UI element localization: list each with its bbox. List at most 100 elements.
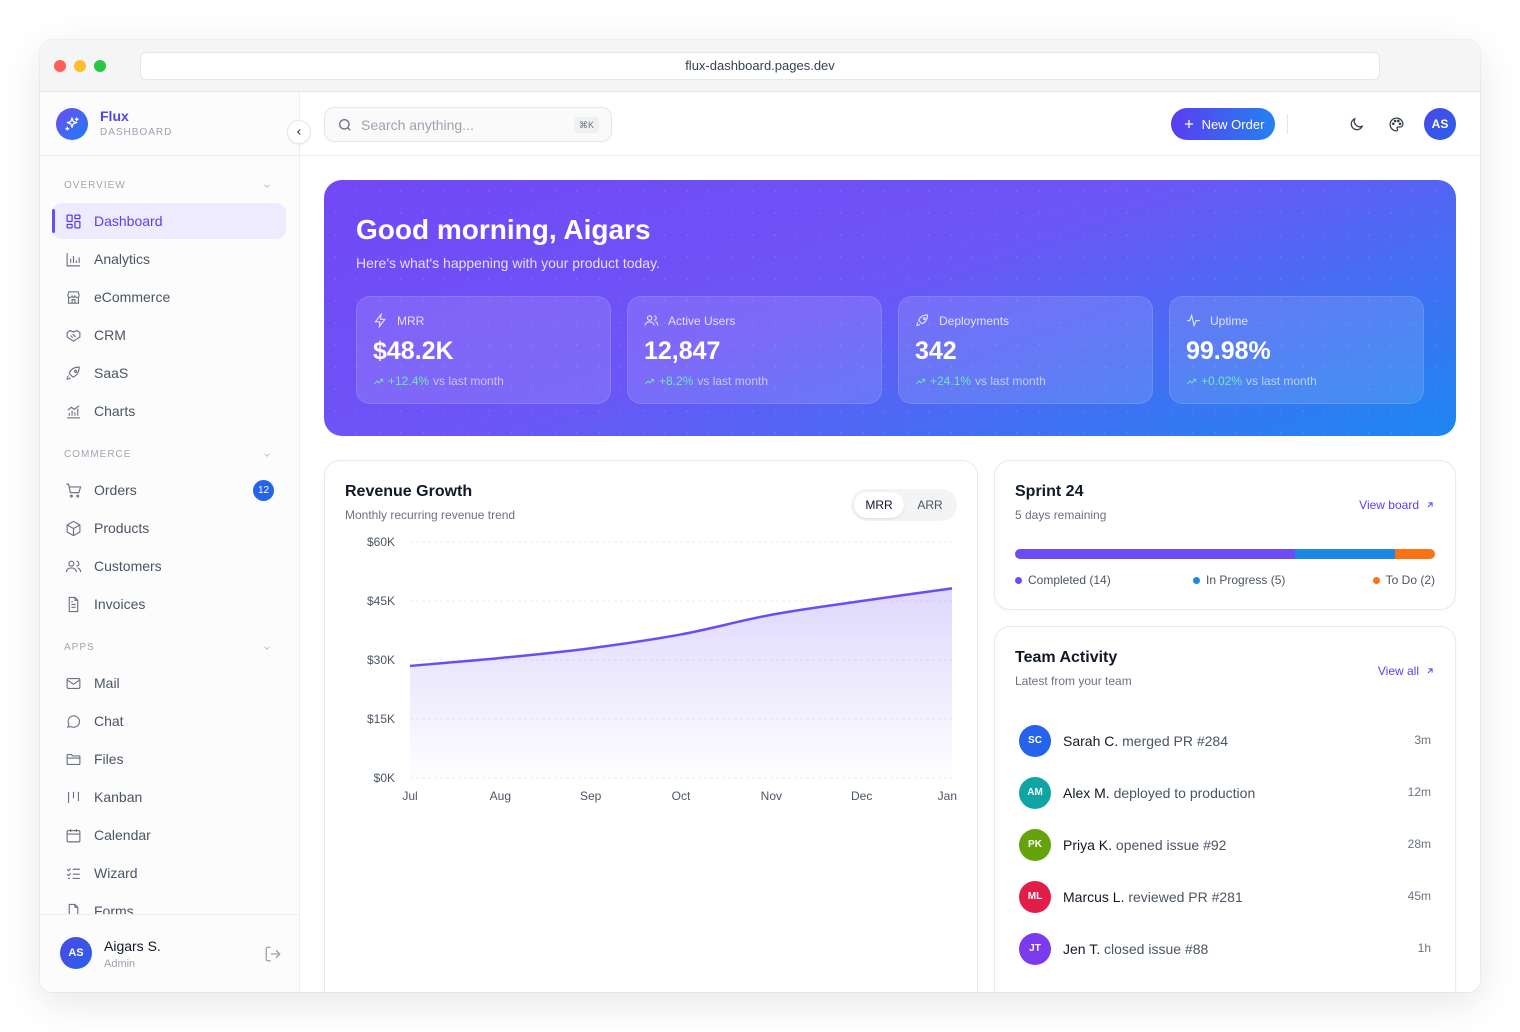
greeting-subtitle: Here's what's happening with your produc… <box>356 255 660 271</box>
stat-label: Active Users <box>668 314 736 328</box>
stat-value: $48.2K <box>373 337 454 365</box>
logout-icon[interactable] <box>264 945 282 963</box>
theme-toggle-button[interactable] <box>1346 114 1366 134</box>
x-tick-label: Sep <box>580 789 602 803</box>
x-tick-label: Jan <box>938 789 957 803</box>
revenue-area-fill <box>410 588 952 778</box>
palette-button[interactable] <box>1386 114 1406 134</box>
sidebar-item-dashboard[interactable]: Dashboard <box>52 203 286 239</box>
stat-card-active-users[interactable]: Active Users 12,847 +8.2% vs last month <box>627 296 882 404</box>
activity-item[interactable]: ML Marcus L. reviewed PR #281 45m <box>1019 881 1431 913</box>
new-order-button[interactable]: New Order <box>1171 108 1275 140</box>
plus-icon <box>1184 119 1193 129</box>
search-input[interactable]: Search anything... ⌘K <box>324 107 612 142</box>
search-shortcut: ⌘K <box>573 117 599 133</box>
search-icon <box>339 119 351 131</box>
section-label-apps: APPS <box>64 642 95 653</box>
sidebar-item-label: Products <box>94 520 150 536</box>
sidebar-item-calendar[interactable]: Calendar <box>52 817 286 853</box>
activity-item[interactable]: AM Alex M. deployed to production 12m <box>1019 777 1431 809</box>
y-tick-label: $0K <box>374 771 395 785</box>
activity-actor: Alex M. <box>1063 785 1110 801</box>
sidebar-item-mail[interactable]: Mail <box>52 665 286 701</box>
sidebar-item-label: Wizard <box>94 865 138 881</box>
welcome-banner: Good morning, Aigars Here's what's happe… <box>324 180 1456 436</box>
activity-item[interactable]: PK Priya K. opened issue #92 28m <box>1019 829 1431 861</box>
sidebar-item-chat[interactable]: Chat <box>52 703 286 739</box>
orders-count-badge: 12 <box>253 480 274 501</box>
legend-label: Completed (14) <box>1028 573 1111 587</box>
activity-text: Sarah C. merged PR #284 <box>1063 733 1228 749</box>
handshake-icon <box>64 326 82 344</box>
sidebar-item-kanban[interactable]: Kanban <box>52 779 286 815</box>
stat-label: Deployments <box>939 314 1010 328</box>
x-tick-label: Jul <box>402 789 417 803</box>
collapse-sidebar-button[interactable] <box>287 120 311 144</box>
file-icon <box>64 595 82 613</box>
team-activity-card: Team Activity Latest from your team View… <box>994 626 1456 992</box>
sidebar-item-invoices[interactable]: Invoices <box>52 586 286 622</box>
stat-change: +8.2% vs last month <box>644 374 768 388</box>
stat-change: +24.1% vs last month <box>915 374 1046 388</box>
stat-card-deployments[interactable]: Deployments 342 +24.1% vs last month <box>898 296 1153 404</box>
chevron-down-icon[interactable] <box>262 450 272 460</box>
brand-name: Flux <box>100 108 129 124</box>
view-all-link[interactable]: View all <box>1378 664 1435 678</box>
toggle-mrr[interactable]: MRR <box>854 492 904 518</box>
sidebar-item-products[interactable]: Products <box>52 510 286 546</box>
chevron-down-icon[interactable] <box>262 181 272 191</box>
stat-change-suffix: vs last month <box>697 374 769 388</box>
chevron-down-icon[interactable] <box>262 643 272 653</box>
minimize-window-button[interactable] <box>74 60 86 72</box>
sidebar-item-analytics[interactable]: Analytics <box>52 241 286 277</box>
sidebar-item-saas[interactable]: SaaS <box>52 355 286 391</box>
activity-item[interactable]: SC Sarah C. merged PR #284 3m <box>1019 725 1431 757</box>
activity-actor: Jen T. <box>1063 941 1101 957</box>
sidebar-item-crm[interactable]: CRM <box>52 317 286 353</box>
legend-dot <box>1372 576 1380 584</box>
activity-text: Marcus L. reviewed PR #281 <box>1063 889 1243 905</box>
stat-change: +12.4% vs last month <box>373 374 504 388</box>
brand[interactable]: Flux DASHBOARD <box>40 92 299 156</box>
revenue-area-chart: $0K $15K $30K $45K $60K Jul Aug Sep Oct Nov Dec Jan <box>367 537 957 803</box>
avatar: SC <box>1019 725 1051 757</box>
stat-change-value: +8.2% <box>659 374 694 388</box>
card-title: Sprint 24 <box>1015 483 1084 500</box>
browser-titlebar: flux-dashboard.pages.dev <box>40 40 1480 92</box>
sidebar-item-label: Files <box>94 751 124 767</box>
activity-actor: Priya K. <box>1063 837 1113 853</box>
sidebar-user: AS Aigars S. Admin <box>40 914 299 992</box>
stat-value: 99.98% <box>1186 337 1271 365</box>
sidebar-item-label: Kanban <box>94 789 143 805</box>
sidebar-item-ecommerce[interactable]: eCommerce <box>52 279 286 315</box>
sidebar-item-customers[interactable]: Customers <box>52 548 286 584</box>
avatar[interactable]: AS <box>1424 108 1456 140</box>
address-bar[interactable]: flux-dashboard.pages.dev <box>140 52 1380 80</box>
activity-item[interactable]: JT Jen T. closed issue #88 1h <box>1019 933 1431 965</box>
maximize-window-button[interactable] <box>94 60 106 72</box>
sidebar-item-charts[interactable]: Charts <box>52 393 286 429</box>
legend-dot <box>1193 576 1200 584</box>
view-board-link[interactable]: View board <box>1359 498 1435 512</box>
mail-icon <box>64 674 82 692</box>
pulse-icon <box>1187 313 1200 328</box>
sidebar-item-files[interactable]: Files <box>52 741 286 777</box>
activity-time: 3m <box>1414 733 1431 747</box>
sprint-card: Sprint 24 5 days remaining View board Co… <box>994 460 1456 610</box>
toggle-arr[interactable]: ARR <box>906 492 954 518</box>
progress-segment <box>1394 549 1435 559</box>
close-window-button[interactable] <box>54 60 66 72</box>
legend-label: To Do (2) <box>1385 573 1435 587</box>
activity-action: closed issue #88 <box>1100 941 1209 957</box>
browser-window: flux-dashboard.pages.dev Flux DASHBOARD … <box>40 40 1480 992</box>
sidebar-item-label: Analytics <box>94 251 151 267</box>
sidebar: Flux DASHBOARD OVERVIEW Dashboard Analyt… <box>40 92 300 992</box>
sidebar-item-orders[interactable]: Orders 12 <box>52 472 286 508</box>
stat-card-mrr[interactable]: MRR $48.2K +12.4% vs last month <box>356 296 611 404</box>
users-icon <box>64 557 82 575</box>
sidebar-item-wizard[interactable]: Wizard <box>52 855 286 891</box>
user-name: Aigars S. <box>104 938 161 954</box>
avatar[interactable]: AS <box>60 937 92 969</box>
stat-card-uptime[interactable]: Uptime 99.98% +0.02% vs last month <box>1169 296 1424 404</box>
activity-text: Alex M. deployed to production <box>1063 785 1255 801</box>
